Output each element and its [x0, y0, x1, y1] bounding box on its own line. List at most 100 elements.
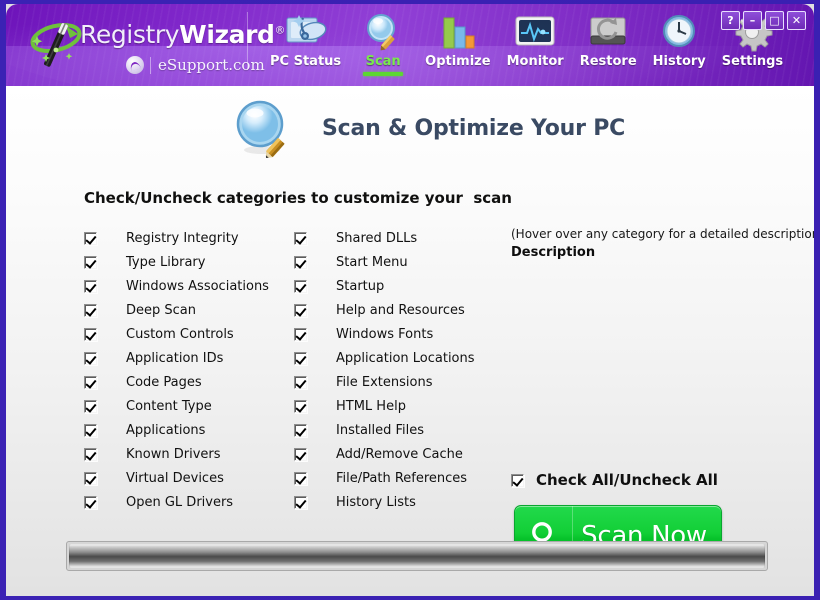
- nav-item-optimize[interactable]: Optimize: [417, 8, 498, 82]
- nav-item-pc-status[interactable]: PC Status: [262, 8, 349, 82]
- page-title: Scan & Optimize Your PC: [322, 116, 626, 141]
- category-checkbox[interactable]: [294, 447, 307, 461]
- progress-bar-trough: [69, 544, 765, 568]
- category-row[interactable]: Application Locations: [294, 346, 504, 370]
- check-all-row[interactable]: Check All/Uncheck All: [511, 471, 718, 489]
- category-label: Application Locations: [336, 350, 475, 366]
- magnifier-icon: [362, 11, 404, 53]
- category-checkbox[interactable]: [84, 423, 97, 437]
- nav-label: Monitor: [506, 54, 564, 69]
- category-checkbox[interactable]: [84, 375, 97, 389]
- description-panel: (Hover over any category for a detailed …: [511, 226, 814, 567]
- help-button[interactable]: ?: [721, 11, 740, 30]
- category-checkbox[interactable]: [294, 399, 307, 413]
- category-checkbox[interactable]: [294, 471, 307, 485]
- category-checkbox[interactable]: [294, 231, 307, 245]
- category-row[interactable]: Add/Remove Cache: [294, 442, 504, 466]
- category-row[interactable]: File Extensions: [294, 370, 504, 394]
- category-label: Applications: [126, 422, 206, 438]
- category-row[interactable]: Windows Associations: [84, 274, 294, 298]
- main-navigation: PC Status Scan Optimize Monitor Restore …: [262, 8, 791, 84]
- category-label: Type Library: [126, 254, 206, 270]
- category-row[interactable]: Windows Fonts: [294, 322, 504, 346]
- category-row[interactable]: Content Type: [84, 394, 294, 418]
- nav-label: PC Status: [270, 54, 342, 69]
- esupport-swirl-icon: [126, 56, 144, 74]
- brand-subtitle: eSupport.com: [126, 54, 265, 76]
- category-checkbox[interactable]: [294, 303, 307, 317]
- category-label: Start Menu: [336, 254, 408, 270]
- nav-item-monitor[interactable]: Monitor: [499, 8, 572, 82]
- close-button[interactable]: ✕: [787, 11, 806, 30]
- category-label: Help and Resources: [336, 302, 465, 318]
- category-checkbox[interactable]: [84, 327, 97, 341]
- category-row[interactable]: Installed Files: [294, 418, 504, 442]
- category-row[interactable]: HTML Help: [294, 394, 504, 418]
- maximize-button[interactable]: □: [765, 11, 784, 30]
- description-label: Description: [511, 245, 596, 260]
- app-header: RegistryWizard® eSupport.com PC Status S…: [6, 4, 814, 86]
- page-title-row: Scan & Optimize Your PC: [6, 86, 814, 166]
- window-controls: ? – □ ✕: [721, 11, 806, 30]
- esupport-text: eSupport.com: [158, 56, 265, 74]
- brand-separator: [247, 12, 248, 70]
- category-row[interactable]: Registry Integrity: [84, 226, 294, 250]
- check-all-label: Check All/Uncheck All: [536, 471, 718, 489]
- category-row[interactable]: File/Path References: [294, 466, 504, 490]
- check-all-checkbox[interactable]: [511, 473, 524, 487]
- category-label: File/Path References: [336, 470, 468, 486]
- hard-drive-icon: [586, 11, 630, 53]
- brand-sub-divider: [150, 56, 151, 74]
- nav-item-history[interactable]: History: [645, 8, 714, 82]
- category-column-1: Registry Integrity Type Library Windows …: [84, 226, 294, 514]
- category-label: Shared DLLs: [336, 230, 418, 246]
- category-checkbox[interactable]: [84, 351, 97, 365]
- category-checkbox[interactable]: [84, 303, 97, 317]
- category-checkbox[interactable]: [84, 279, 97, 293]
- nav-item-restore[interactable]: Restore: [572, 8, 645, 82]
- category-row[interactable]: Virtual Devices: [84, 466, 294, 490]
- category-row[interactable]: History Lists: [294, 490, 504, 514]
- category-label: Deep Scan: [126, 302, 196, 318]
- category-checkbox[interactable]: [84, 471, 97, 485]
- category-label: Startup: [336, 278, 385, 294]
- category-row[interactable]: Deep Scan: [84, 298, 294, 322]
- category-label: Content Type: [126, 398, 212, 414]
- category-column-2: Shared DLLs Start Menu Startup Help and …: [294, 226, 504, 514]
- category-checkbox[interactable]: [294, 327, 307, 341]
- category-row[interactable]: Help and Resources: [294, 298, 504, 322]
- category-row[interactable]: Code Pages: [84, 370, 294, 394]
- pc-status-icon: [283, 11, 329, 53]
- category-label: Application IDs: [126, 350, 224, 366]
- category-row[interactable]: Type Library: [84, 250, 294, 274]
- category-checkbox[interactable]: [84, 495, 97, 509]
- category-row[interactable]: Applications: [84, 418, 294, 442]
- category-row[interactable]: Start Menu: [294, 250, 504, 274]
- category-row[interactable]: Open GL Drivers: [84, 490, 294, 514]
- category-label: Code Pages: [126, 374, 202, 390]
- category-checkbox[interactable]: [84, 255, 97, 269]
- category-row[interactable]: Startup: [294, 274, 504, 298]
- category-checkbox[interactable]: [84, 399, 97, 413]
- category-checkbox[interactable]: [84, 447, 97, 461]
- category-checkbox[interactable]: [294, 375, 307, 389]
- category-row[interactable]: Custom Controls: [84, 322, 294, 346]
- nav-label: Restore: [579, 54, 637, 69]
- category-checkbox[interactable]: [294, 495, 307, 509]
- brand-name-bold: Wizard: [179, 20, 275, 49]
- category-checkbox[interactable]: [84, 231, 97, 245]
- nav-label: Optimize: [425, 54, 491, 69]
- minimize-button[interactable]: –: [743, 11, 762, 30]
- category-row[interactable]: Shared DLLs: [294, 226, 504, 250]
- nav-label: Settings: [721, 54, 784, 69]
- category-row[interactable]: Application IDs: [84, 346, 294, 370]
- category-checkbox[interactable]: [294, 279, 307, 293]
- category-row[interactable]: Known Drivers: [84, 442, 294, 466]
- nav-item-scan[interactable]: Scan: [349, 8, 417, 82]
- category-label: Windows Associations: [126, 278, 269, 294]
- instructions-text: Check/Uncheck categories to customize yo…: [84, 189, 512, 207]
- category-label: Custom Controls: [126, 326, 234, 342]
- category-checkbox[interactable]: [294, 351, 307, 365]
- category-checkbox[interactable]: [294, 255, 307, 269]
- category-checkbox[interactable]: [294, 423, 307, 437]
